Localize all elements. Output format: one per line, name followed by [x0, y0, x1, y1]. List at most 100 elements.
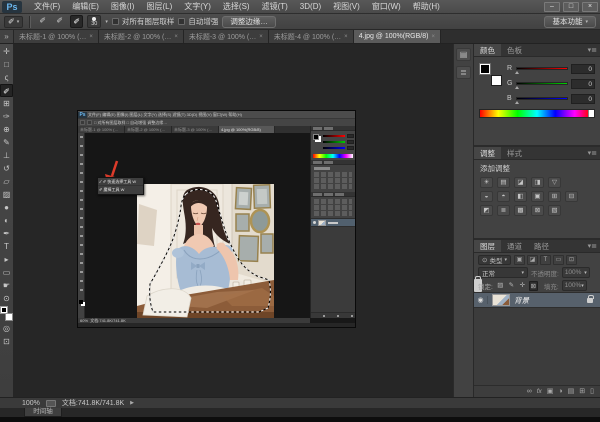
- brightness-contrast-icon[interactable]: ☀: [480, 177, 493, 188]
- slider-marker-icon[interactable]: [515, 101, 519, 104]
- zoom-tool[interactable]: ⊙: [0, 292, 13, 305]
- maximize-button[interactable]: □: [563, 2, 579, 12]
- vibrance-icon[interactable]: ▽: [548, 177, 561, 188]
- menu-item-help[interactable]: 帮助(H): [407, 0, 446, 14]
- menu-item-select[interactable]: 选择(S): [217, 0, 256, 14]
- slider-track-b[interactable]: [516, 97, 568, 100]
- lasso-tool[interactable]: ς: [0, 71, 13, 84]
- color-lookup-icon[interactable]: ⊟: [565, 191, 578, 202]
- menu-item-filter[interactable]: 滤镜(T): [256, 0, 294, 14]
- menu-item-window[interactable]: 窗口(W): [366, 0, 407, 14]
- slider-marker-icon[interactable]: [515, 86, 519, 89]
- slider-marker-icon[interactable]: [515, 71, 519, 74]
- layer-style-icon[interactable]: fx: [537, 386, 542, 398]
- path-selection-tool[interactable]: ▸: [0, 253, 13, 266]
- curves-icon[interactable]: ◪: [514, 177, 527, 188]
- close-button[interactable]: ×: [582, 2, 598, 12]
- menu-item-image[interactable]: 图像(I): [105, 0, 141, 14]
- threshold-icon[interactable]: ▩: [514, 205, 527, 216]
- lock-transparency-icon[interactable]: ▨: [496, 281, 505, 291]
- tab-close-icon[interactable]: ×: [259, 34, 263, 40]
- canvas-area[interactable]: Ps 文件(F) 编辑(E) 图像(I) 图层(L) 文字(Y) 选择(S) 滤…: [14, 44, 453, 397]
- color-balance-icon[interactable]: ◓: [497, 191, 510, 202]
- auto-enhance-checkbox[interactable]: 自动增强: [178, 16, 218, 27]
- channel-value-field[interactable]: 0: [571, 79, 595, 89]
- filter-pixel-icon[interactable]: ▣: [514, 255, 525, 265]
- tab-close-icon[interactable]: ×: [431, 34, 435, 40]
- eyedropper-tool[interactable]: ✑: [0, 110, 13, 123]
- new-selection-button[interactable]: ✐: [36, 15, 49, 28]
- hue-saturation-icon[interactable]: ◒: [480, 191, 493, 202]
- brush-size-picker[interactable]: 30: [87, 15, 101, 28]
- tab-close-icon[interactable]: ×: [174, 34, 178, 40]
- spot-healing-brush-tool[interactable]: ⊕: [0, 123, 13, 136]
- new-adjustment-layer-icon[interactable]: ◑: [558, 386, 562, 398]
- selective-color-icon[interactable]: ⊠: [531, 205, 544, 216]
- tab-channels[interactable]: 通道: [501, 240, 528, 252]
- foreground-background-swatches[interactable]: [479, 63, 502, 86]
- rectangular-marquee-tool[interactable]: □: [0, 58, 13, 71]
- new-layer-icon[interactable]: ⊞: [579, 386, 585, 398]
- photo-filter-icon[interactable]: ▣: [531, 191, 544, 202]
- workspace-switcher[interactable]: 基本功能 ▾: [544, 16, 596, 28]
- menu-item-layer[interactable]: 图层(L): [140, 0, 178, 14]
- flyout-item-1[interactable]: ✓ ✐ 快速选择工具 W: [98, 178, 143, 186]
- menu-item-edit[interactable]: 编辑(E): [66, 0, 105, 14]
- quick-mask-button[interactable]: ◎: [0, 322, 13, 335]
- tab-paths[interactable]: 路径: [528, 240, 555, 252]
- levels-icon[interactable]: ▤: [497, 177, 510, 188]
- lock-all-icon[interactable]: ⊠: [529, 281, 538, 291]
- tab-layers[interactable]: 图层: [474, 240, 501, 252]
- posterize-icon[interactable]: ≣: [497, 205, 510, 216]
- black-white-icon[interactable]: ◧: [514, 191, 527, 202]
- crop-tool[interactable]: ⊞: [0, 97, 13, 110]
- lock-image-icon[interactable]: ✎: [507, 281, 516, 291]
- menu-item-3d[interactable]: 3D(D): [294, 0, 327, 14]
- status-flyout-arrow-icon[interactable]: ▶: [130, 400, 134, 406]
- subtract-from-selection-button[interactable]: ✐: [70, 15, 83, 28]
- menu-item-view[interactable]: 视图(V): [327, 0, 366, 14]
- tab-adjustments[interactable]: 调整: [474, 147, 501, 159]
- add-layer-mask-icon[interactable]: ▣: [547, 386, 554, 398]
- sample-all-layers-checkbox[interactable]: 对所有图层取样: [112, 16, 175, 27]
- document-image-4jpg[interactable]: Ps 文件(F) 编辑(E) 图像(I) 图层(L) 文字(Y) 选择(S) 滤…: [78, 111, 355, 327]
- background-color-swatch[interactable]: [5, 313, 13, 321]
- opacity-field[interactable]: 100% ▾: [562, 267, 590, 278]
- gradient-map-icon[interactable]: ▧: [548, 205, 561, 216]
- background-layer-row[interactable]: ◉ 背景: [474, 292, 600, 308]
- add-to-selection-button[interactable]: ✐: [53, 15, 66, 28]
- rectangle-tool[interactable]: ▭: [0, 266, 13, 279]
- menu-item-file[interactable]: 文件(F): [28, 0, 66, 14]
- channel-value-field[interactable]: 0: [571, 64, 595, 74]
- document-tab-2[interactable]: 未标题-2 @ 100% (…×: [99, 30, 184, 43]
- layers-empty-area[interactable]: [474, 308, 600, 385]
- layer-group-icon[interactable]: ▤: [568, 386, 575, 398]
- tab-close-icon[interactable]: ×: [89, 34, 93, 40]
- filter-type-icon[interactable]: T: [540, 255, 551, 265]
- invert-icon[interactable]: ◩: [480, 205, 493, 216]
- refine-edge-button[interactable]: 调整边缘…: [222, 16, 276, 28]
- blend-mode-dropdown[interactable]: 正常 ▾: [478, 267, 528, 278]
- document-tab-5[interactable]: 4.jpg @ 100%(RGB/8)×: [354, 30, 441, 43]
- brush-tool[interactable]: ✎: [0, 136, 13, 149]
- history-panel-icon[interactable]: ▤: [456, 48, 471, 61]
- tab-swatches[interactable]: 色板: [501, 44, 528, 56]
- lock-position-icon[interactable]: ✛: [518, 281, 527, 291]
- layer-thumbnail[interactable]: [492, 294, 510, 306]
- flyout-item-2[interactable]: ✐ 魔棒工具 W: [98, 186, 143, 194]
- clone-stamp-tool[interactable]: ⊥: [0, 149, 13, 162]
- panel-menu-icon[interactable]: ▾≣: [588, 44, 600, 56]
- minimize-button[interactable]: –: [544, 2, 560, 12]
- move-tool[interactable]: ✛: [0, 45, 13, 58]
- tab-styles[interactable]: 样式: [501, 147, 528, 159]
- filter-smart-object-icon[interactable]: ⊡: [566, 255, 577, 265]
- panel-menu-icon[interactable]: ▾≣: [588, 147, 600, 159]
- horizontal-type-tool[interactable]: T: [0, 240, 13, 253]
- gradient-tool[interactable]: ▨: [0, 188, 13, 201]
- quick-selection-tool[interactable]: ✐: [0, 84, 13, 97]
- tab-close-icon[interactable]: ×: [344, 34, 348, 40]
- tab-color[interactable]: 颜色: [474, 44, 501, 56]
- dodge-tool[interactable]: ◐: [0, 214, 13, 227]
- layer-visibility-eye-icon[interactable]: ◉: [474, 296, 488, 304]
- layer-filter-kind-dropdown[interactable]: ⊙ 类型 ▾: [478, 255, 511, 265]
